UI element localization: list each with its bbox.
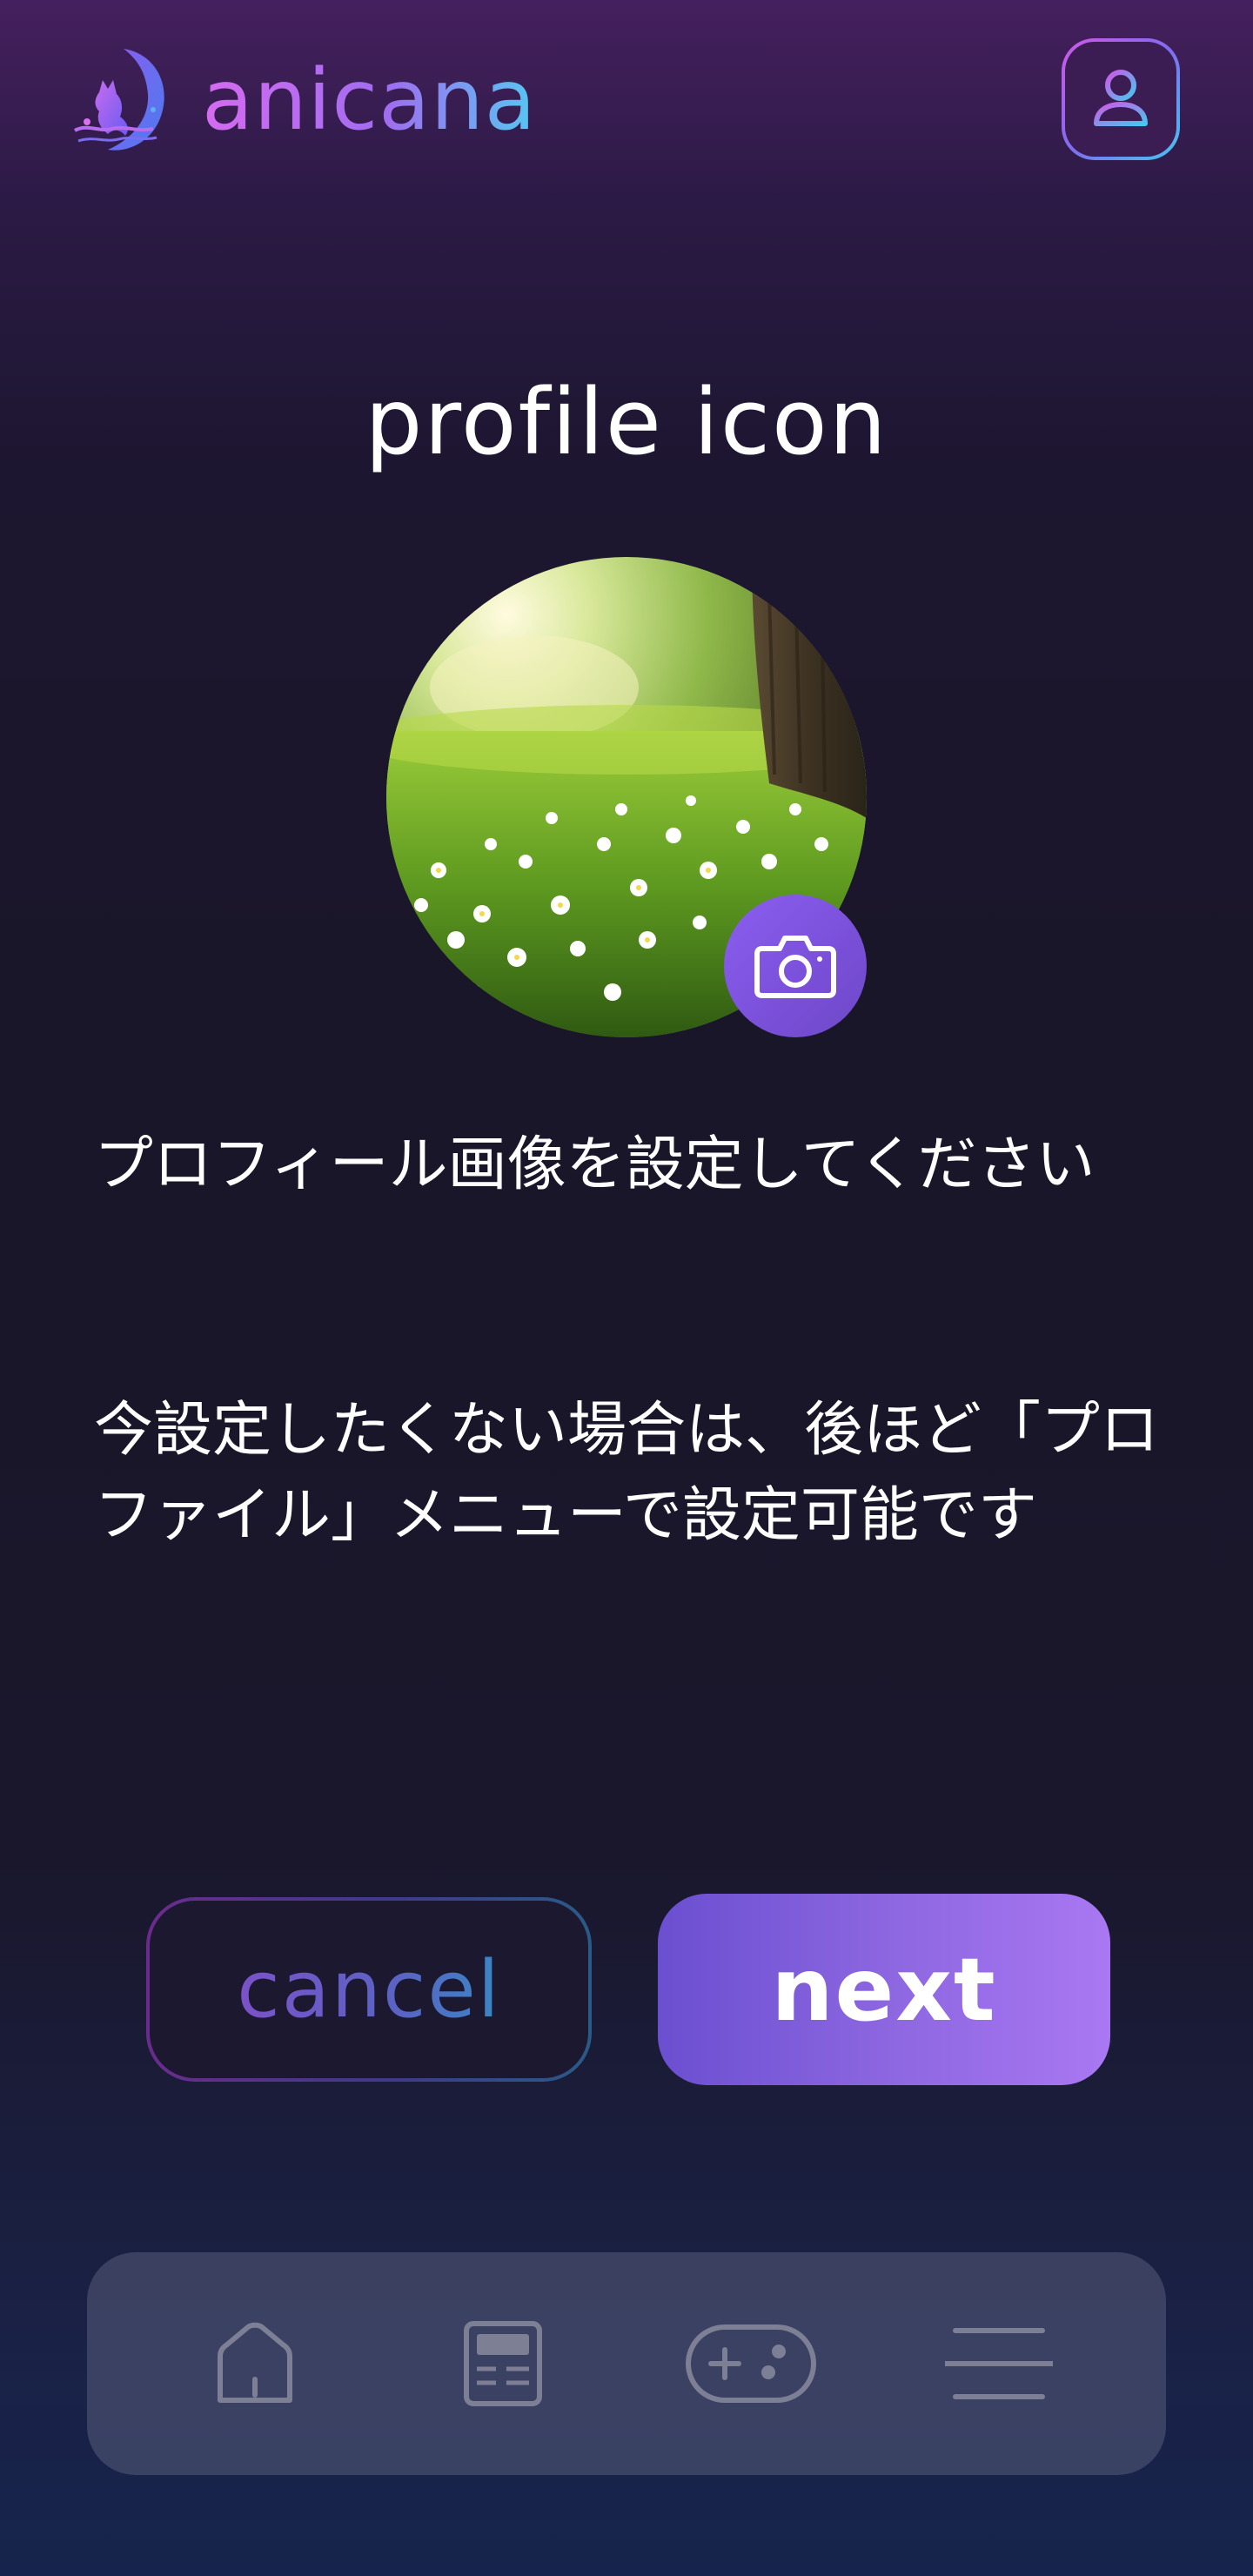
menu-icon [944, 2328, 1053, 2399]
next-button-label: next [771, 1938, 997, 2041]
home-icon [217, 2322, 292, 2403]
cancel-button[interactable]: cancel [146, 1897, 592, 2082]
user-icon [1094, 70, 1148, 126]
nav-menu[interactable] [925, 2298, 1073, 2429]
bottom-navigation [87, 2252, 1166, 2475]
next-button[interactable]: next [658, 1894, 1110, 2085]
nav-news[interactable] [429, 2298, 577, 2429]
nav-home[interactable] [181, 2298, 329, 2429]
crescent-moon-cat-logo-icon [74, 49, 164, 151]
camera-icon [754, 936, 836, 998]
account-button[interactable] [1062, 38, 1180, 160]
hint-text: 今設定したくない場合は、後ほど「プロファイル」メニューで設定可能です [94, 1396, 1160, 1550]
app-logo [70, 45, 174, 157]
cancel-button-label: cancel [237, 1943, 501, 2036]
page-title: profile icon [365, 369, 888, 475]
nav-games[interactable] [677, 2298, 825, 2429]
news-icon [463, 2321, 542, 2406]
gamepad-icon [685, 2324, 816, 2403]
instruction-text: プロフィール画像を設定してください [94, 1130, 1096, 1199]
change-photo-button[interactable] [724, 895, 867, 1037]
brand-name: anicana [202, 51, 537, 149]
